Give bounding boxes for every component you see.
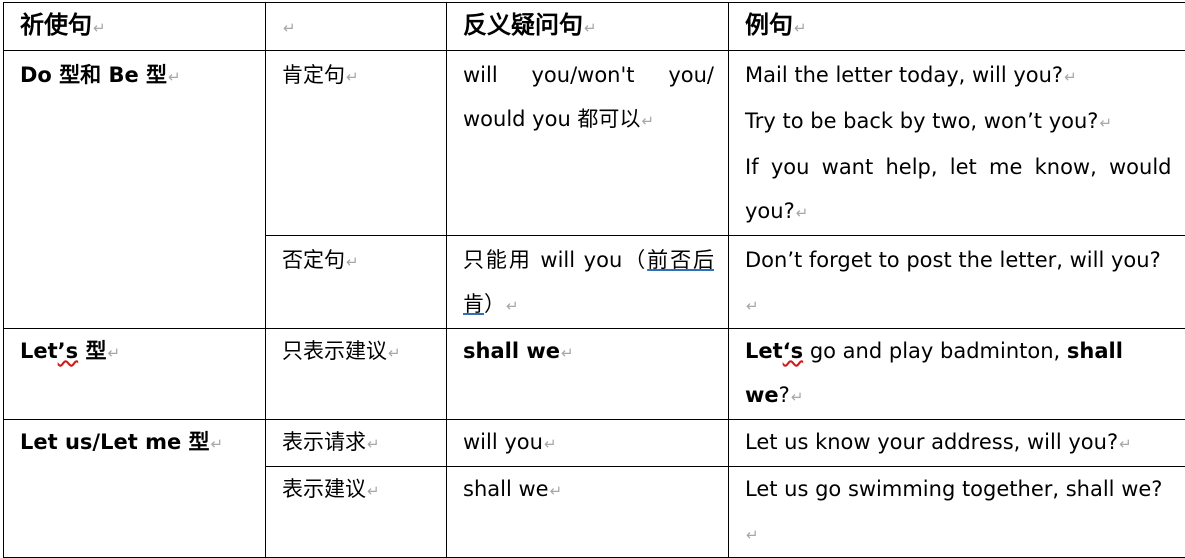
tag-affirmative: will you/won't you/ would you 都可以↵ — [447, 51, 729, 236]
example-request: Let us know your address, will you?↵ — [729, 420, 1185, 467]
type-do-be-text: Do 型和 Be 型 — [20, 63, 167, 87]
type-lets-text-a: Let — [20, 339, 58, 363]
paragraph-mark-icon: ↵ — [93, 19, 106, 37]
header-imperative-text: 祈使句 — [20, 11, 92, 39]
paragraph-mark-icon: ↵ — [544, 435, 557, 453]
tag-suggest-text: shall we — [463, 477, 549, 501]
example-suggest-text: Let us go swimming together, shall we? — [745, 477, 1162, 501]
type-let-us: Let us/Let me 型↵ — [4, 420, 266, 558]
table-row: Let us/Let me 型↵ 表示请求↵ will you↵ Let us … — [4, 420, 1185, 467]
kind-affirmative: 肯定句↵ — [266, 51, 447, 236]
paragraph-mark-icon: ↵ — [791, 388, 804, 406]
tag-affirmative-text: will you/won't you/ would you 都可以 — [463, 63, 714, 131]
kind-request-text: 表示请求 — [282, 430, 366, 454]
paragraph-mark-icon: ↵ — [1119, 435, 1132, 453]
example-text: Try to be back by two, won’t you? — [745, 109, 1098, 133]
paragraph-mark-icon: ↵ — [283, 19, 296, 37]
paragraph-mark-icon: ↵ — [746, 297, 759, 315]
paragraph-mark-icon: ↵ — [506, 297, 519, 315]
paragraph-mark-icon: ↵ — [346, 253, 359, 271]
paragraph-mark-icon: ↵ — [211, 435, 224, 453]
example-line: Try to be back by two, won’t you?↵ — [745, 99, 1172, 145]
examples-affirmative: Mail the letter today, will you?↵ Try to… — [729, 51, 1185, 236]
tag-lets: shall we↵ — [447, 329, 729, 420]
paragraph-mark-icon: ↵ — [561, 344, 574, 362]
paragraph-mark-icon: ↵ — [746, 526, 759, 544]
paragraph-mark-icon: ↵ — [367, 435, 380, 453]
example-lets: Let‘s go and play badminton, shall we?↵ — [729, 329, 1185, 420]
paragraph-mark-icon: ↵ — [107, 344, 120, 362]
example-text: If you want help, let me know, would you… — [745, 155, 1172, 223]
kind-suggest-text: 表示建议 — [282, 477, 366, 501]
header-example: 例句↵ — [729, 3, 1185, 51]
paragraph-mark-icon: ↵ — [367, 482, 380, 500]
tag-request-text: will you — [463, 430, 543, 454]
tag-request: will you↵ — [447, 420, 729, 467]
paragraph-mark-icon: ↵ — [388, 344, 401, 362]
kind-affirmative-text: 肯定句 — [282, 63, 345, 87]
header-tag-question-text: 反义疑问句 — [463, 11, 583, 39]
kind-lets: 只表示建议↵ — [266, 329, 447, 420]
kind-suggest: 表示建议↵ — [266, 467, 447, 558]
paragraph-mark-icon: ↵ — [550, 482, 563, 500]
kind-lets-text: 只表示建议 — [282, 339, 387, 363]
example-text: Mail the letter today, will you? — [745, 63, 1063, 87]
table-row: Let’s 型↵ 只表示建议↵ shall we↵ Let‘s go and p… — [4, 329, 1185, 420]
example-lets-b: ‘s — [783, 339, 803, 363]
tag-lets-text: shall we — [463, 339, 560, 363]
paragraph-mark-icon: ↵ — [346, 68, 359, 86]
tag-negative-text-c: ） — [484, 292, 505, 316]
example-line: If you want help, let me know, would you… — [745, 145, 1172, 235]
paragraph-mark-icon: ↵ — [584, 19, 597, 37]
kind-negative: 否定句↵ — [266, 236, 447, 329]
table-header-row: 祈使句↵ ↵ 反义疑问句↵ 例句↵ — [4, 3, 1185, 51]
tag-suggest: shall we↵ — [447, 467, 729, 558]
paragraph-mark-icon: ↵ — [794, 19, 807, 37]
type-lets: Let’s 型↵ — [4, 329, 266, 420]
example-lets-a: Let — [745, 339, 783, 363]
header-example-text: 例句 — [745, 11, 793, 39]
type-do-be: Do 型和 Be 型↵ — [4, 51, 266, 329]
example-lets-c: go and play badminton, — [803, 339, 1067, 363]
type-let-us-text: Let us/Let me 型 — [20, 430, 210, 454]
paragraph-mark-icon: ↵ — [1099, 114, 1112, 132]
table-row: Do 型和 Be 型↵ 肯定句↵ will you/won't you/ wou… — [4, 51, 1185, 236]
type-lets-text-b: ’s — [58, 339, 78, 363]
kind-negative-text: 否定句 — [282, 248, 345, 272]
paragraph-mark-icon: ↵ — [168, 68, 181, 86]
paragraph-mark-icon: ↵ — [796, 204, 809, 222]
tag-negative: 只能用 will you（前否后肯）↵ — [447, 236, 729, 329]
tag-negative-text-a: 只能用 will you（ — [463, 248, 647, 272]
kind-request: 表示请求↵ — [266, 420, 447, 467]
paragraph-mark-icon: ↵ — [641, 112, 654, 130]
header-tag-question: 反义疑问句↵ — [447, 3, 729, 51]
type-lets-text-c: 型 — [78, 339, 106, 363]
example-negative: Don’t forget to post the letter, will yo… — [729, 236, 1185, 329]
example-request-text: Let us know your address, will you? — [745, 430, 1118, 454]
sentence-table: 祈使句↵ ↵ 反义疑问句↵ 例句↵ Do 型和 Be 型↵ 肯定句↵ will … — [3, 2, 1185, 558]
header-empty: ↵ — [266, 3, 447, 51]
paragraph-mark-icon: ↵ — [1064, 68, 1077, 86]
example-line: Mail the letter today, will you?↵ — [745, 53, 1172, 99]
example-negative-text: Don’t forget to post the letter, will yo… — [745, 248, 1161, 272]
example-suggest: Let us go swimming together, shall we? ↵ — [729, 467, 1185, 558]
example-lets-e: ? — [779, 383, 790, 407]
header-imperative: 祈使句↵ — [4, 3, 266, 51]
